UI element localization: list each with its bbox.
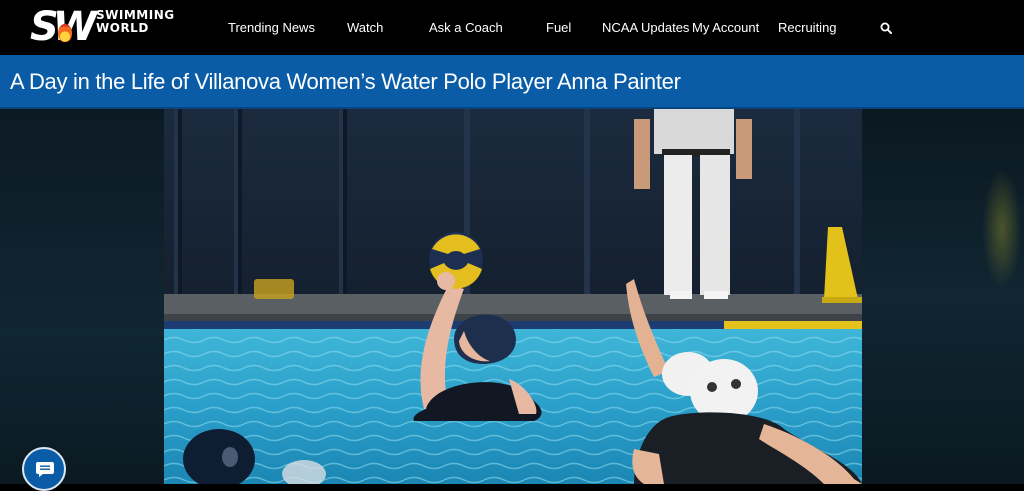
nav-fuel[interactable]: Fuel [546, 20, 571, 36]
chat-button[interactable] [22, 447, 66, 491]
blurred-backdrop-right [862, 109, 1024, 484]
chat-bubble-icon [36, 462, 54, 477]
water-polo-scene [164, 109, 862, 484]
logo-line-2: WORLD [96, 21, 149, 35]
nav-ask-a-coach[interactable]: Ask a Coach [429, 20, 503, 36]
hero-media [0, 109, 1024, 484]
article-title-bar: A Day in the Life of Villanova Women’s W… [0, 55, 1024, 109]
site-header: SW SWIMMING WORLD Trending News Watch As… [0, 0, 1024, 55]
nav-trending-news[interactable]: Trending News [228, 20, 315, 36]
nav-ncaa-updates[interactable]: NCAA Updates [602, 20, 689, 36]
hero-photo [164, 109, 862, 484]
logo-wordmark: SWIMMING WORLD [96, 9, 175, 35]
page-title: A Day in the Life of Villanova Women’s W… [10, 69, 681, 94]
search-icon[interactable] [880, 22, 892, 34]
nav-my-account[interactable]: My Account [692, 20, 759, 36]
blurred-backdrop-left [0, 109, 164, 484]
flame-icon [58, 24, 72, 42]
swimming-world-logo[interactable]: SW SWIMMING WORLD [30, 4, 174, 50]
nav-watch[interactable]: Watch [347, 20, 383, 36]
nav-recruiting[interactable]: Recruiting [778, 20, 837, 36]
